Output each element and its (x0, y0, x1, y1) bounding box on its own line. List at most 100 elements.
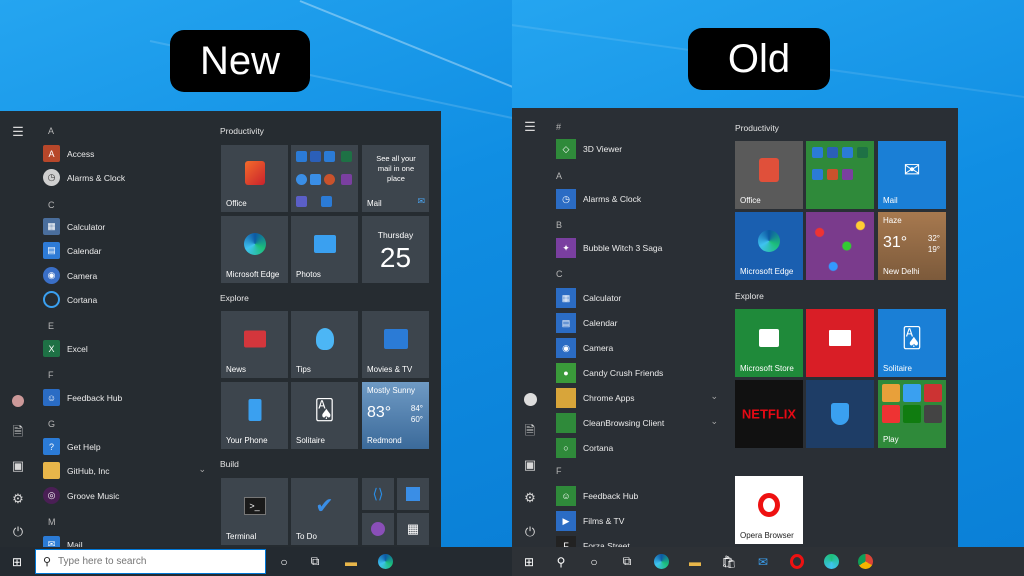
search-icon[interactable]: ⚲ (552, 553, 570, 570)
tile-weather[interactable]: Haze 31° 32° 19° New Delhi (878, 212, 946, 280)
opera-taskbar-icon[interactable] (788, 553, 806, 570)
tile-microsoft-edge[interactable]: Microsoft Edge (735, 212, 803, 280)
task-view-icon[interactable]: ⧉ (306, 553, 324, 570)
chevron-down-icon[interactable]: ⌄ (710, 416, 718, 427)
app-alarms-clock[interactable]: ◷ Alarms & Clock (43, 169, 125, 186)
app-calculator[interactable]: ▦ Calculator (43, 218, 105, 235)
tile-office[interactable]: Office (735, 141, 803, 209)
app-excel[interactable]: X Excel (43, 340, 88, 357)
settings-gear-icon[interactable]: ⚙ (521, 490, 539, 506)
cortana-circle-icon[interactable]: ○ (275, 553, 293, 570)
app-feedback-hub[interactable]: ☺ Feedback Hub (43, 389, 122, 406)
tile-github-desktop[interactable] (362, 513, 394, 545)
app-cortana[interactable]: Cortana (43, 291, 97, 308)
task-view-icon[interactable]: ⧉ (618, 553, 636, 570)
hamburger-menu-icon[interactable]: ☰ (9, 124, 27, 140)
tile-office-apps-folder[interactable] (291, 145, 358, 212)
user-avatar-icon[interactable] (9, 393, 27, 409)
app-feedback-hub[interactable]: ☺ Feedback Hub (556, 486, 638, 506)
app-alarms-clock[interactable]: ◷ Alarms & Clock (556, 189, 641, 209)
pictures-icon[interactable]: ▣ (9, 458, 27, 474)
documents-icon[interactable]: 🗎 (9, 424, 27, 442)
letter-header[interactable]: F (556, 466, 562, 476)
app-films-tv[interactable]: ▶ Films & TV (556, 511, 624, 531)
app-cortana[interactable]: ○ Cortana (556, 438, 613, 458)
letter-header[interactable]: F (48, 370, 54, 380)
group-title-explore[interactable]: Explore (735, 291, 764, 301)
store-icon[interactable]: 🛍 (720, 553, 738, 570)
letter-header[interactable]: B (556, 220, 562, 230)
app-get-help[interactable]: ? Get Help (43, 438, 101, 455)
group-title-build[interactable]: Build (220, 459, 239, 469)
tile-weather[interactable]: Mostly Sunny 83° 84° 60° Redmond (362, 382, 429, 449)
app-github-folder[interactable]: GitHub, Inc ⌄ (43, 462, 206, 479)
letter-header[interactable]: C (48, 200, 55, 210)
user-avatar-icon[interactable] (521, 391, 539, 407)
tile-netflix[interactable]: NETFLIX (735, 380, 803, 448)
letter-header[interactable]: A (556, 171, 562, 181)
tile-office[interactable]: Office (221, 145, 288, 212)
tile-calculator-small[interactable]: ▦ (397, 513, 429, 545)
app-chrome-apps-folder[interactable]: Chrome Apps ⌄ (556, 388, 718, 408)
letter-header[interactable]: G (48, 419, 55, 429)
app-access[interactable]: A Access (43, 145, 94, 162)
tile-calendar-live[interactable]: Thursday 25 (362, 216, 429, 283)
tile-vscode[interactable]: ⟨⟩ (362, 478, 394, 510)
tile-play-folder[interactable]: Play (878, 380, 946, 448)
app-camera[interactable]: ◉ Camera (556, 338, 613, 358)
letter-header[interactable]: A (48, 126, 54, 136)
tile-mail[interactable]: ✉ Mail (878, 141, 946, 209)
letter-header[interactable]: M (48, 517, 56, 527)
hamburger-menu-icon[interactable]: ☰ (521, 119, 539, 135)
file-explorer-icon[interactable]: ▬ (342, 553, 360, 570)
group-title-productivity[interactable]: Productivity (735, 123, 779, 133)
windows-start-icon[interactable]: ⊞ (520, 553, 538, 570)
app-groove-music[interactable]: ◎ Groove Music (43, 487, 119, 504)
group-title-explore[interactable]: Explore (220, 293, 249, 303)
app-cleanbrowsing-folder[interactable]: CleanBrowsing Client ⌄ (556, 413, 718, 433)
tile-azure-data[interactable] (397, 478, 429, 510)
letter-header[interactable]: # (556, 122, 561, 132)
windows-start-icon[interactable]: ⊞ (8, 553, 26, 570)
documents-icon[interactable]: 🗎 (521, 423, 539, 441)
tile-photos[interactable]: Photos (291, 216, 358, 283)
tile-tips[interactable]: Tips (291, 311, 358, 378)
chevron-down-icon[interactable]: ⌄ (710, 391, 718, 402)
letter-header[interactable]: E (48, 321, 54, 331)
edge-taskbar-icon[interactable] (652, 553, 670, 570)
tile-solitaire[interactable]: 🂡 Solitaire (291, 382, 358, 449)
file-explorer-icon[interactable]: ▬ (686, 553, 704, 570)
app-bubble-witch[interactable]: ✦ Bubble Witch 3 Saga (556, 238, 662, 258)
power-icon[interactable]: ⏻ (9, 524, 27, 540)
group-title-productivity[interactable]: Productivity (220, 126, 264, 136)
app-camera[interactable]: ◉ Camera (43, 267, 97, 284)
power-icon[interactable]: ⏻ (521, 524, 539, 540)
tile-to-do[interactable]: ✔ To Do (291, 478, 358, 545)
tile-news[interactable] (806, 309, 874, 377)
tile-candy-game[interactable] (806, 212, 874, 280)
tile-terminal[interactable]: >_ Terminal (221, 478, 288, 545)
pictures-icon[interactable]: ▣ (521, 457, 539, 473)
app-calendar[interactable]: ▤ Calendar (43, 242, 102, 259)
tile-solitaire[interactable]: 🂡 Solitaire (878, 309, 946, 377)
tile-news[interactable]: News (221, 311, 288, 378)
app-3d-viewer[interactable]: ◇ 3D Viewer (556, 139, 622, 159)
app-calculator[interactable]: ▦ Calculator (556, 288, 621, 308)
cortana-circle-icon[interactable]: ○ (585, 553, 603, 570)
tile-your-phone[interactable]: Your Phone (221, 382, 288, 449)
tile-office-apps-folder[interactable] (806, 141, 874, 209)
edge-taskbar-icon[interactable] (376, 553, 394, 570)
letter-header[interactable]: C (556, 269, 563, 279)
tile-microsoft-edge[interactable]: Microsoft Edge (221, 216, 288, 283)
chrome-icon[interactable] (856, 553, 874, 570)
tile-cleanbrowsing[interactable] (806, 380, 874, 448)
tile-microsoft-store[interactable]: Microsoft Store (735, 309, 803, 377)
tile-mail[interactable]: See all your mail in one place Mail ✉ (362, 145, 429, 212)
app-calendar[interactable]: ▤ Calendar (556, 313, 618, 333)
chevron-down-icon[interactable]: ⌄ (198, 464, 206, 475)
mail-icon[interactable]: ✉ (754, 553, 772, 570)
tile-movies-tv[interactable]: Movies & TV (362, 311, 429, 378)
edge-beta-icon[interactable] (822, 553, 840, 570)
search-input[interactable] (58, 556, 248, 567)
tile-opera-browser[interactable]: Opera Browser (735, 476, 803, 544)
